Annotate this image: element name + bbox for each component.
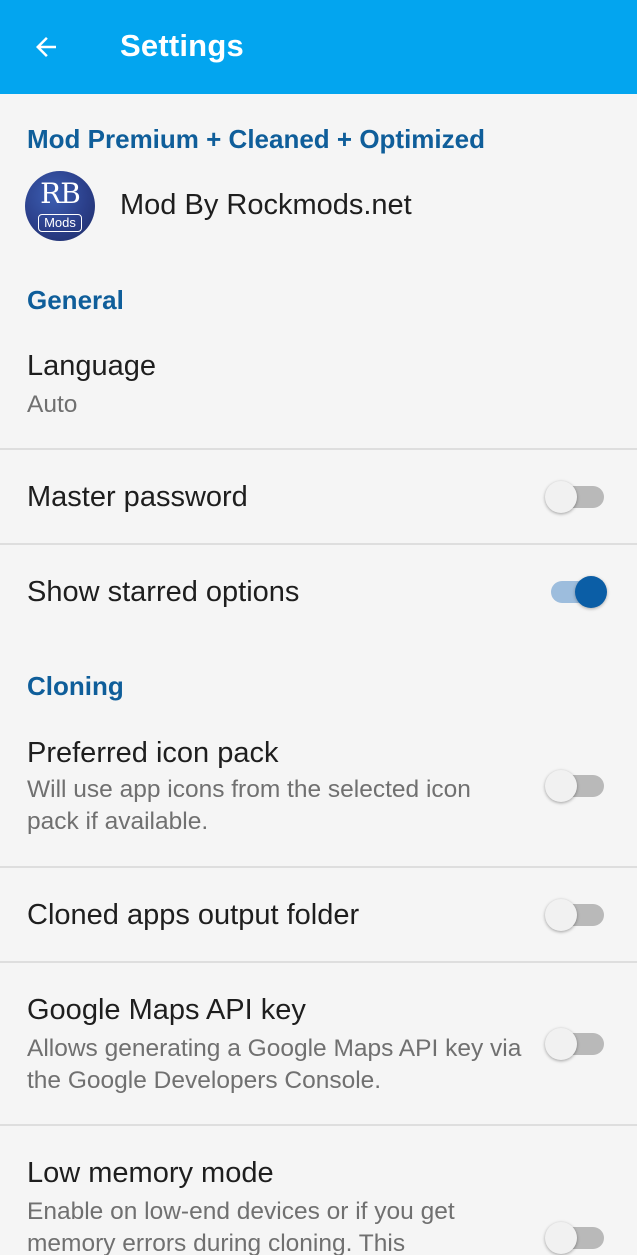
toggle-thumb: [545, 481, 577, 513]
setting-language[interactable]: Language Auto: [0, 335, 637, 449]
setting-title: Cloned apps output folder: [27, 899, 360, 931]
setting-cloned-apps-output-folder[interactable]: Cloned apps output folder: [0, 868, 637, 961]
setting-show-starred[interactable]: Show starred options: [0, 545, 637, 640]
section-header-mod: Mod Premium + Cleaned + Optimized: [27, 124, 485, 154]
mod-logo: RB Mods: [25, 171, 95, 241]
toggle-thumb: [575, 576, 607, 608]
setting-title: Preferred icon pack: [27, 737, 279, 769]
app-bar: Settings: [0, 0, 637, 94]
low-memory-toggle[interactable]: [545, 1222, 607, 1254]
icon-pack-toggle[interactable]: [545, 770, 607, 802]
toggle-thumb: [545, 1028, 577, 1060]
toggle-thumb: [545, 1222, 577, 1254]
show-starred-toggle[interactable]: [545, 576, 607, 608]
setting-google-maps-api-key[interactable]: Google Maps API key Allows generating a …: [0, 963, 637, 1124]
mod-credit-label[interactable]: Mod By Rockmods.net: [120, 189, 412, 222]
section-header-general: General: [27, 285, 124, 315]
output-folder-toggle[interactable]: [545, 899, 607, 931]
page-title: Settings: [120, 28, 244, 63]
setting-title: Low memory mode: [27, 1157, 274, 1189]
toggle-thumb: [545, 899, 577, 931]
setting-title: Language: [27, 350, 157, 382]
logo-text-rb: RB: [40, 177, 81, 210]
setting-summary: Will use app icons from the selected ico…: [27, 776, 471, 835]
setting-summary: Enable on low-end devices or if you get …: [27, 1198, 455, 1255]
setting-low-memory-mode[interactable]: Low memory mode Enable on low-end device…: [0, 1126, 637, 1255]
setting-title: Show starred options: [27, 576, 300, 608]
setting-preferred-icon-pack[interactable]: Preferred icon pack Will use app icons f…: [0, 722, 637, 866]
maps-api-toggle[interactable]: [545, 1028, 607, 1060]
section-header-cloning: Cloning: [27, 671, 124, 701]
setting-master-password[interactable]: Master password: [0, 450, 637, 544]
setting-value: Auto: [27, 391, 78, 418]
master-password-toggle[interactable]: [545, 481, 607, 513]
setting-title: Master password: [27, 481, 248, 513]
back-button[interactable]: [22, 25, 70, 69]
toggle-thumb: [545, 770, 577, 802]
setting-summary: Allows generating a Google Maps API key …: [27, 1035, 522, 1094]
setting-title: Google Maps API key: [27, 994, 306, 1026]
logo-text-mods: Mods: [38, 214, 82, 232]
arrow-left-icon: [36, 37, 56, 57]
